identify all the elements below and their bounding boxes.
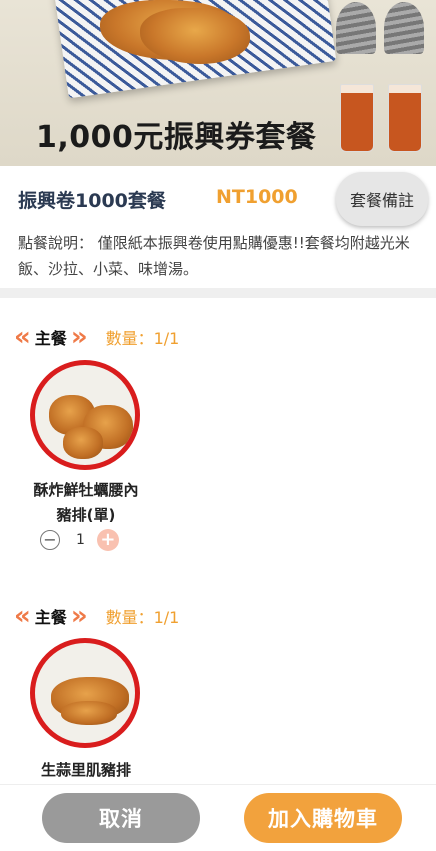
set-title: 振興卷1000套餐: [18, 190, 166, 212]
section-header-main-course: « 主餐 » 數量：1/1: [14, 322, 179, 352]
section-header-main-course: « 主餐 » 數量：1/1: [14, 601, 179, 631]
item-name: 酥炸鮮牡蠣腰內: [33, 481, 139, 499]
soft-serve-image: [336, 2, 376, 54]
iced-tea-image: [340, 84, 374, 152]
action-footer: 取消 加入購物車: [0, 784, 436, 851]
promo-banner: 1,000元振興券套餐: [0, 0, 436, 166]
double-chevron-left-icon[interactable]: «: [14, 603, 31, 629]
banner-title: 1,000元振興券套餐: [36, 120, 317, 155]
garlic-pork-loin-image[interactable]: [30, 638, 140, 748]
item-count: 1: [76, 532, 85, 548]
quantity-stepper: − 1 +: [40, 529, 119, 551]
section-label: 主餐: [34, 329, 67, 348]
double-chevron-right-icon[interactable]: »: [71, 603, 88, 629]
iced-tea-image: [388, 84, 422, 152]
set-price: NT1000: [216, 186, 298, 208]
set-header: 振興卷1000套餐 NT1000 套餐備註: [0, 166, 436, 228]
section-divider: [0, 288, 436, 298]
minus-icon[interactable]: −: [40, 530, 60, 550]
set-description: 點餐說明： 僅限紙本振興卷使用點購優惠!!套餐均附越光米飯、沙拉、小菜、味增湯。: [18, 234, 410, 278]
double-chevron-right-icon[interactable]: »: [71, 324, 88, 350]
quantity-label: 數量：1/1: [105, 608, 180, 627]
double-chevron-left-icon[interactable]: «: [14, 324, 31, 350]
item-name: 豬排(單): [56, 506, 116, 524]
set-note-button[interactable]: 套餐備註: [336, 172, 428, 226]
quantity-label: 數量：1/1: [105, 329, 180, 348]
item-name: 生蒜里肌豬排: [40, 761, 131, 779]
plus-icon[interactable]: +: [96, 529, 119, 551]
cancel-button[interactable]: 取消: [42, 793, 200, 843]
oyster-pork-image[interactable]: [30, 360, 140, 470]
section-label: 主餐: [34, 608, 67, 627]
add-to-cart-button[interactable]: 加入購物車: [244, 793, 402, 843]
soft-serve-image: [384, 2, 424, 54]
